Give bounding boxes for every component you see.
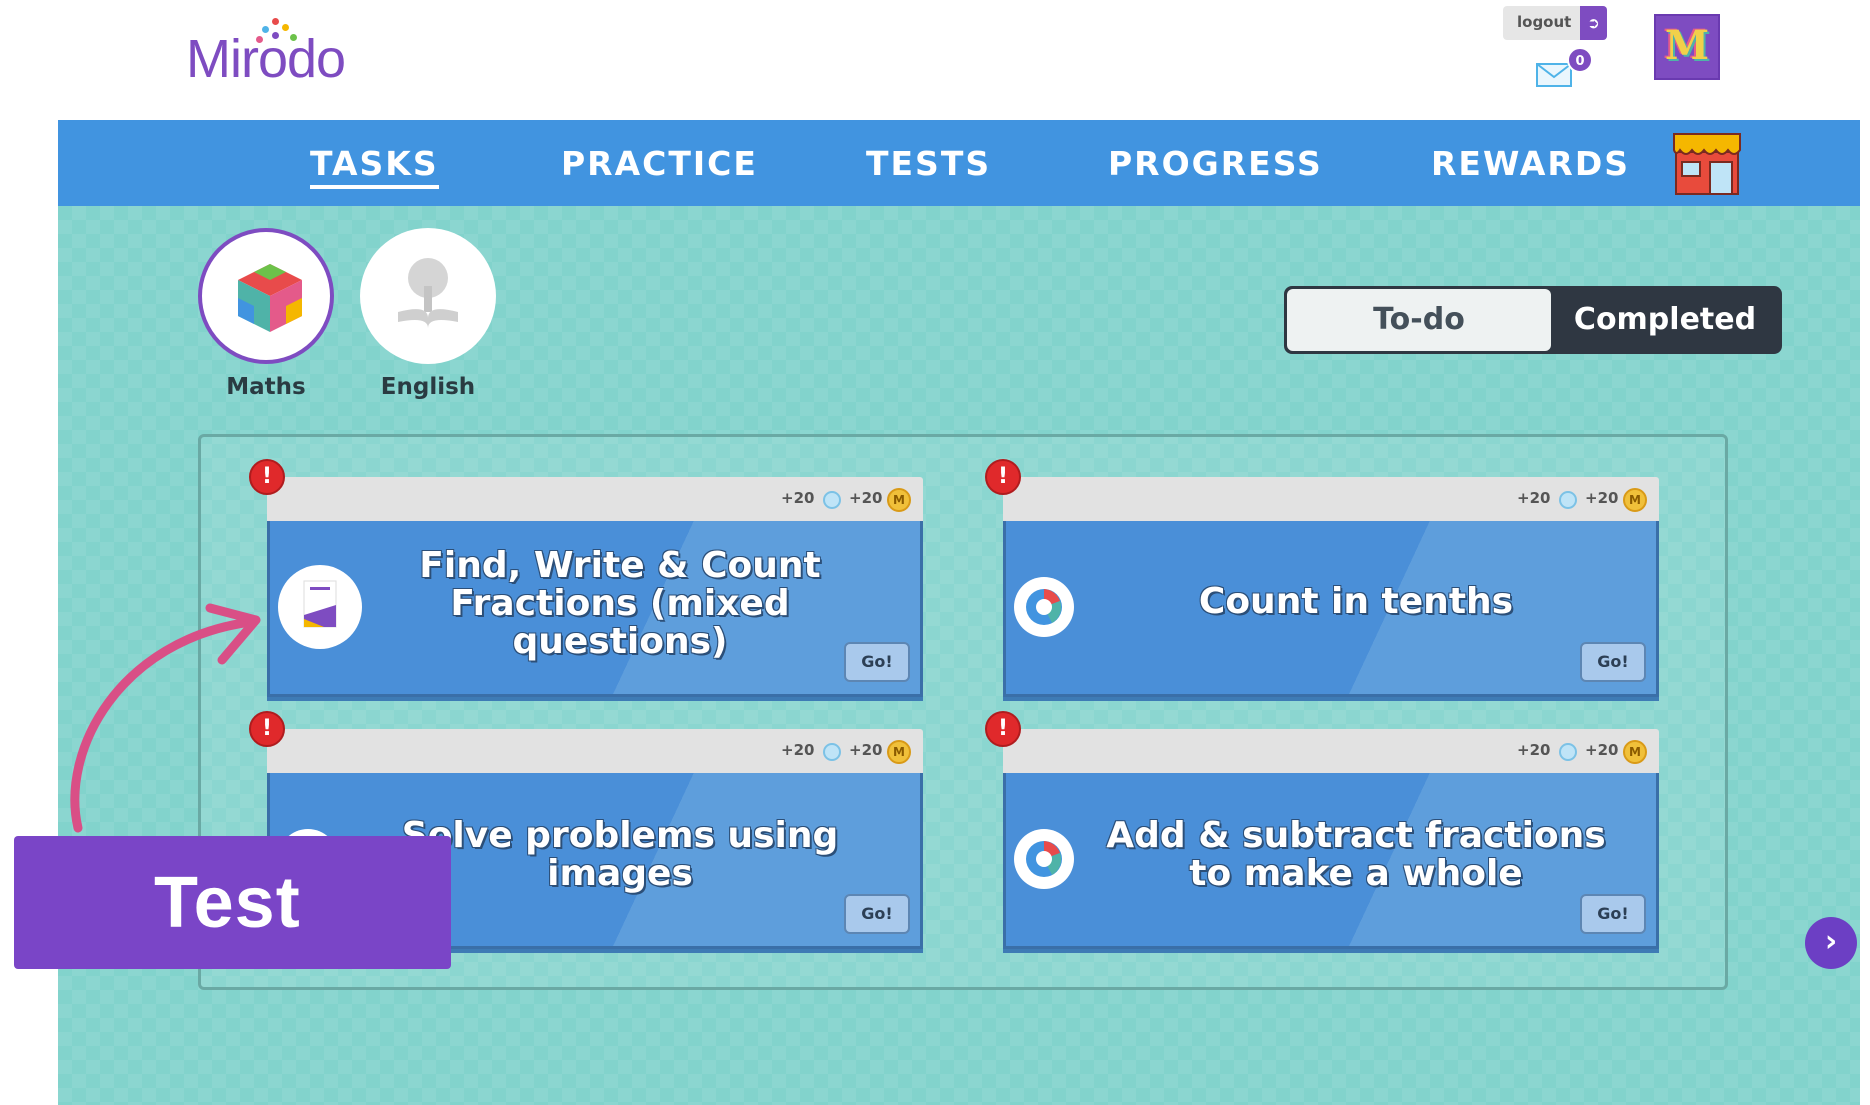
task-title: Add & subtract fractions to make a whole: [1106, 815, 1606, 894]
pie-chart-icon: [1014, 577, 1074, 637]
task-title: Count in tenths: [1198, 581, 1514, 622]
test-annotation-label: Test: [14, 836, 451, 969]
coin-reward: +20: [849, 489, 883, 507]
task-card[interactable]: +20 +20 M Find, Write & Count Fractions …: [267, 477, 923, 705]
gem-reward: +20: [781, 741, 815, 759]
maths-circle: [198, 228, 334, 364]
subject-english[interactable]: English: [360, 228, 496, 400]
nav-tab-progress[interactable]: PROGRESS: [1108, 144, 1323, 183]
go-button[interactable]: Go!: [844, 894, 910, 934]
card-body: Add & subtract fractions to make a whole…: [1003, 773, 1659, 949]
pie-chart-icon: [1014, 829, 1074, 889]
mail-count-badge: 0: [1567, 47, 1593, 73]
go-button[interactable]: Go!: [1580, 642, 1646, 682]
coin-reward: +20: [1585, 741, 1619, 759]
coin-reward: +20: [1585, 489, 1619, 507]
task-title: Find, Write & Count Fractions (mixed que…: [419, 545, 821, 662]
subject-label-maths: Maths: [226, 374, 306, 400]
gem-reward: +20: [1517, 489, 1551, 507]
avatar-letter: M: [1664, 22, 1710, 69]
worksheet-icon: [278, 565, 362, 649]
coin-icon: M: [887, 488, 911, 512]
card-reward-bar: +20 +20 M: [267, 477, 923, 521]
main-content: Maths English To-do Completed +20 +20 M: [58, 206, 1860, 1105]
nav-tab-practice[interactable]: PRACTICE: [561, 144, 758, 183]
gem-icon: [1559, 743, 1577, 761]
gem-icon: [823, 491, 841, 509]
english-circle: [360, 228, 496, 364]
book-tree-icon: [398, 258, 458, 328]
annotation-arrow-icon: [70, 603, 261, 833]
header: Mirodo logout ➲ 0 M: [0, 0, 1870, 120]
rubiks-cube-icon: [238, 264, 302, 332]
mirodo-logo[interactable]: Mirodo: [186, 18, 356, 89]
nav-tab-tasks[interactable]: TASKS: [310, 144, 439, 189]
coin-icon: M: [887, 740, 911, 764]
go-button[interactable]: Go!: [1580, 894, 1646, 934]
subject-maths[interactable]: Maths: [198, 228, 334, 400]
task-card[interactable]: +20 +20 M Add & subtract fractions to ma…: [1003, 729, 1659, 957]
avatar[interactable]: M: [1654, 14, 1720, 80]
card-reward-bar: +20 +20 M: [1003, 477, 1659, 521]
todo-toggle-button[interactable]: To-do: [1287, 289, 1551, 351]
shop-icon[interactable]: [1672, 130, 1742, 196]
subject-label-english: English: [380, 374, 476, 400]
card-reward-bar: +20 +20 M: [1003, 729, 1659, 773]
main-nav: TASKS PRACTICE TESTS PROGRESS REWARDS: [58, 120, 1860, 206]
go-button[interactable]: Go!: [844, 642, 910, 682]
card-reward-bar: +20 +20 M: [267, 729, 923, 773]
gem-reward: +20: [1517, 741, 1551, 759]
gem-reward: +20: [781, 489, 815, 507]
coin-icon: M: [1623, 488, 1647, 512]
logout-icon[interactable]: ➲: [1580, 6, 1607, 40]
card-body: Find, Write & Count Fractions (mixed que…: [267, 521, 923, 697]
alert-icon: !: [249, 459, 285, 495]
alert-icon: !: [985, 459, 1021, 495]
nav-tab-tests[interactable]: TESTS: [866, 144, 991, 183]
card-body: Count in tenths Go!: [1003, 521, 1659, 697]
gem-icon: [1559, 491, 1577, 509]
logout-label: logout: [1517, 13, 1572, 31]
gem-icon: [823, 743, 841, 761]
logo-text: Mirodo: [186, 29, 346, 89]
coin-reward: +20: [849, 741, 883, 759]
test-annotation-text: Test: [154, 863, 301, 943]
nav-tab-rewards[interactable]: REWARDS: [1431, 144, 1630, 183]
task-status-toggle: To-do Completed: [1284, 286, 1782, 354]
coin-icon: M: [1623, 740, 1647, 764]
next-page-arrow-icon[interactable]: ›: [1805, 917, 1857, 969]
task-title: Solve problems using images: [401, 815, 839, 894]
alert-icon: !: [985, 711, 1021, 747]
task-card[interactable]: +20 +20 M Count in tenths Go!: [1003, 477, 1659, 705]
completed-toggle-button[interactable]: Completed: [1551, 289, 1779, 351]
